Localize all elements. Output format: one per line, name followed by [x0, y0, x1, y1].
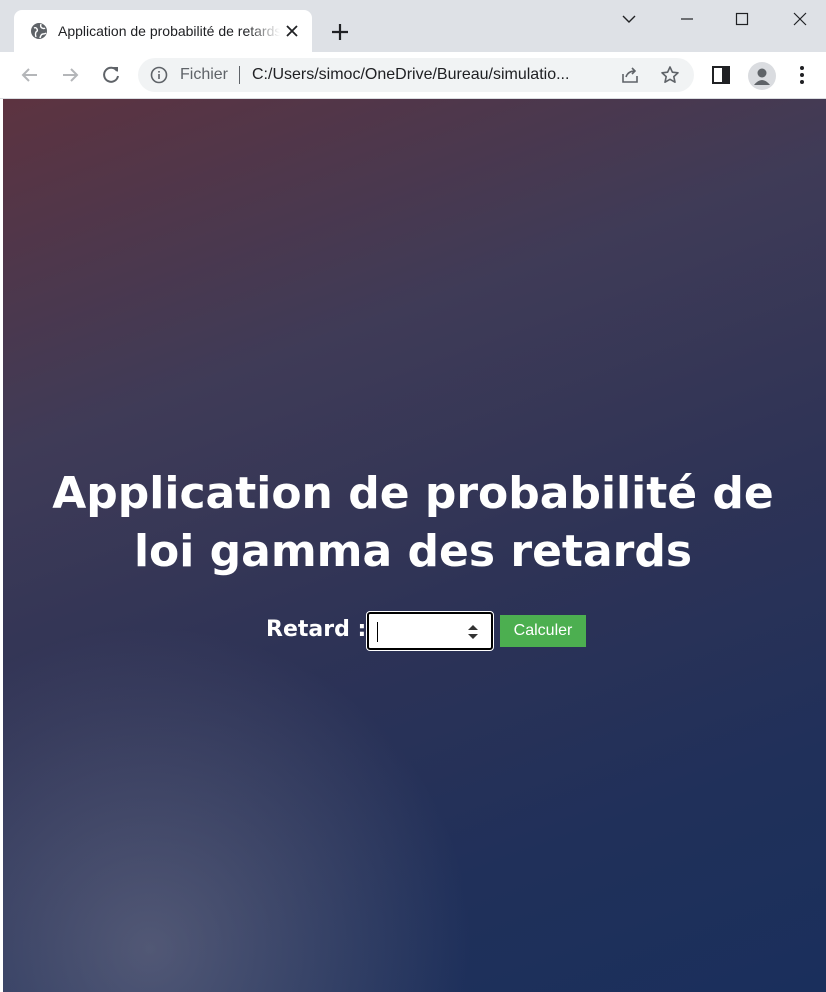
page-viewport: Application de probabilité de loi gamma …: [0, 99, 826, 992]
url-text[interactable]: C:/Users/simoc/OneDrive/Bureau/simulatio…: [252, 66, 602, 84]
maximize-icon[interactable]: [729, 6, 755, 32]
plus-icon[interactable]: [328, 20, 352, 44]
browser-toolbar: Fichier C:/Users/simoc/OneDrive/Bureau/s…: [0, 52, 826, 99]
share-icon[interactable]: [620, 65, 640, 85]
browser-tab[interactable]: Application de probabilité de retards: [14, 10, 312, 52]
retard-input[interactable]: [366, 611, 494, 651]
window-left-edge: [0, 99, 3, 992]
tab-close-icon[interactable]: [284, 23, 300, 39]
calculer-button[interactable]: Calculer: [500, 615, 586, 647]
browser-window: Application de probabilité de retards Fi…: [0, 0, 826, 992]
text-caret: [377, 622, 378, 642]
retard-label: Retard :: [266, 617, 367, 642]
avatar-icon[interactable]: [748, 62, 776, 90]
page-title: Application de probabilité de loi gamma …: [52, 468, 774, 577]
arrow-right-icon[interactable]: [58, 63, 82, 87]
number-spinner-icon[interactable]: [465, 622, 481, 642]
close-icon[interactable]: [787, 6, 813, 32]
address-bar[interactable]: Fichier C:/Users/simoc/OneDrive/Bureau/s…: [138, 58, 694, 92]
side-panel-icon[interactable]: [709, 63, 733, 87]
globe-icon: [31, 23, 47, 39]
reload-icon[interactable]: [99, 63, 123, 87]
scheme-label: Fichier: [180, 66, 229, 83]
tab-strip: Application de probabilité de retards: [0, 0, 826, 52]
kebab-menu-icon[interactable]: [790, 63, 814, 87]
retard-form: Retard : Calculer: [0, 611, 826, 652]
arrow-left-icon[interactable]: [18, 63, 42, 87]
minimize-icon[interactable]: [674, 6, 700, 32]
tab-title: Application de probabilité de retards: [58, 23, 280, 39]
info-icon[interactable]: [150, 66, 168, 84]
url-separator: [239, 66, 240, 84]
chevron-down-icon[interactable]: [616, 6, 642, 32]
star-icon[interactable]: [660, 65, 680, 85]
